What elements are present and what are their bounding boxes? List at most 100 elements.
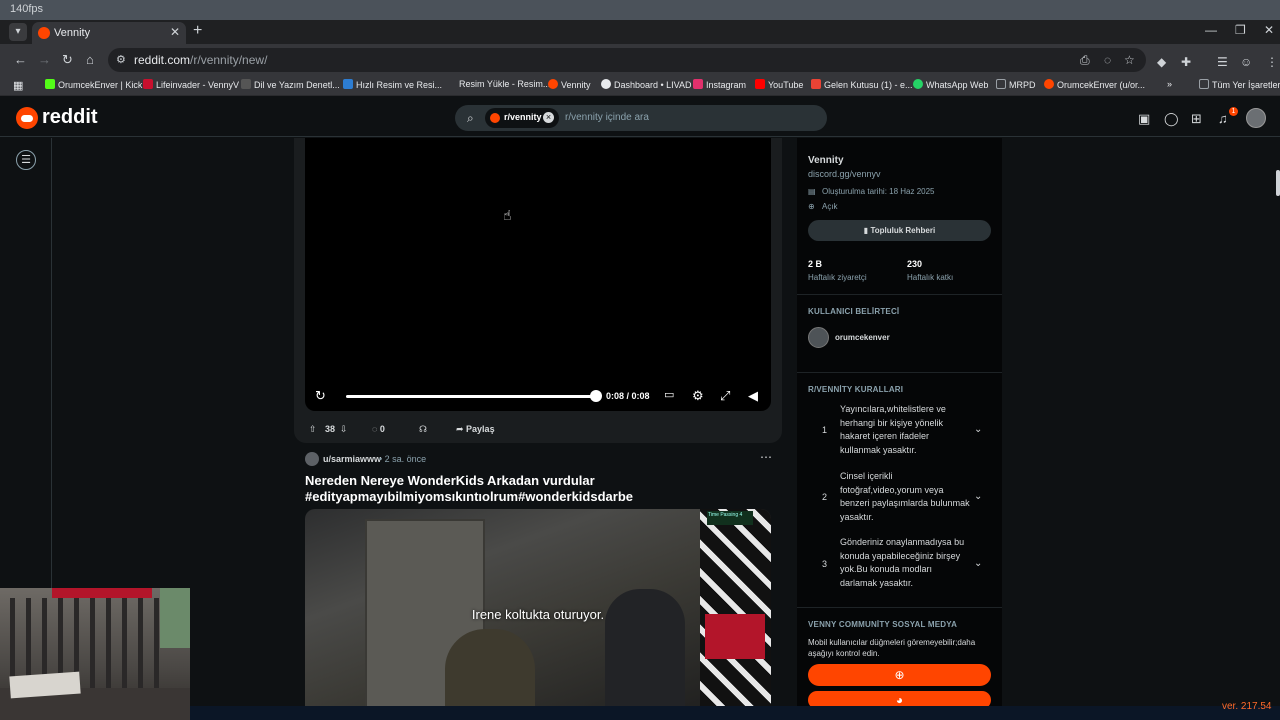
site-info-icon[interactable]: ⚙ [116,53,126,66]
advertise-icon[interactable]: ▣ [1138,111,1150,127]
profile-avatar-icon[interactable]: ☺ [1240,55,1252,69]
comments-button[interactable]: ◌ 0 [372,420,385,438]
book-icon: ▮ [863,226,869,235]
subreddit-chip[interactable]: r/vennity × [485,108,559,128]
extension-diamond-icon[interactable]: ◆ [1157,55,1166,69]
menu-toggle-icon[interactable]: ☰ [16,150,36,170]
chevron-down-icon[interactable]: ⌄ [974,424,982,435]
home-icon[interactable]: ⌂ [86,52,94,67]
replay-icon[interactable]: ↻ [315,388,326,404]
scene-figure [445,629,535,709]
tab-close-icon[interactable]: ✕ [170,25,180,39]
rule-text[interactable]: Gönderiniz onaylanmadıysa bu konuda yapa… [840,536,970,590]
bookmark-item[interactable]: Instagram [693,79,746,90]
volume-icon[interactable]: ◀ [748,388,758,404]
bookmark-item[interactable]: OrumcekEnver | Kick [45,79,142,90]
search-input[interactable]: ⌕ r/vennity × r/vennity içinde ara [455,105,827,131]
community-description: discord.gg/vennyv [808,169,881,179]
community-guide-button[interactable]: ▮ Topluluk Rehberi [808,220,991,241]
webcam-overlay [0,588,190,720]
extensions-puzzle-icon[interactable]: ✚ [1181,55,1191,69]
user-avatar[interactable] [1246,108,1266,128]
game-hud: Time Passing 4 [707,511,753,525]
globe-icon: ⊕ [894,668,905,682]
page-scrollbar[interactable] [1274,138,1280,720]
rule-text[interactable]: Yayıncılara,whitelistlere ve herhangi bi… [840,403,970,457]
rules-heading: R/VENNİTY KURALLARI [808,385,904,394]
notification-badge: 1 [1229,107,1238,116]
address-bar[interactable]: ⚙ reddit.com/r/vennity/new/ ⎙ ◌ ☆ [108,48,1146,72]
bookmark-item[interactable]: Hızlı Resim ve Resi... [343,79,442,90]
browser-toolbar: ← → ↻ ⌂ ⚙ reddit.com/r/vennity/new/ ⎙ ◌ … [0,44,1280,76]
visibility: ⊕ Açık [808,202,838,211]
taskbar-edge [190,706,1280,720]
weekly-contributions-label: Haftalık katkı [907,273,954,282]
tab-search-button[interactable]: ▾ [9,23,27,41]
video-progress-bar[interactable] [346,395,596,398]
author-avatar[interactable] [305,452,319,466]
share-button[interactable]: ➦ Paylaş [456,420,495,438]
flair-avatar[interactable] [808,327,829,348]
calendar-icon: ▤ [808,187,816,196]
bookmark-item[interactable]: Lifeinvader - VennyV [143,79,239,90]
eye-off-icon[interactable]: ◌ [1104,53,1111,67]
chevron-down-icon[interactable]: ⌄ [974,491,982,502]
bookmark-item[interactable]: YouTube [755,79,803,90]
post-title[interactable]: Nereden Nereye WonderKids Arkadan vurdul… [305,473,775,505]
bookmark-star-icon[interactable]: ☆ [1124,53,1135,67]
search-icon: ⌕ [467,111,474,125]
bookmark-item[interactable]: Gelen Kutusu (1) - e... [811,79,913,90]
bookmark-item[interactable]: WhatsApp Web [913,79,988,90]
remove-chip-icon[interactable]: × [543,112,554,123]
sidebar-divider [797,372,1002,373]
minimize-window-icon[interactable]: — [1205,23,1217,37]
sidebar-divider [797,607,1002,608]
install-app-icon[interactable]: ⎙ [1080,53,1090,68]
browser-tab-vennity[interactable]: Vennity ✕ [32,22,186,44]
tab-title: Vennity [54,27,91,39]
new-tab-button[interactable]: + [193,22,202,40]
chevron-down-icon[interactable]: ⌄ [974,558,982,569]
fullscreen-icon[interactable]: ⤢ [720,388,730,404]
bookmark-folder[interactable]: MRPD [996,79,1036,90]
bookmark-item[interactable]: Resim Yükle - Resim... [459,79,550,89]
back-icon[interactable]: ← [14,52,27,67]
settings-gear-icon[interactable]: ⚙ [692,388,704,404]
award-icon[interactable]: ☊ [419,420,427,438]
apps-grid-icon[interactable]: ▦ [13,79,23,92]
downvote-icon[interactable]: ⇩ [340,420,348,438]
reddit-logo[interactable]: reddit [16,106,98,129]
video-player[interactable] [305,138,771,411]
flair-username[interactable]: orumcekenver [835,333,890,342]
url-text[interactable]: reddit.com/r/vennity/new/ [134,53,267,67]
upvote-icon[interactable]: ⇧ [309,420,317,438]
video-progress-handle[interactable] [590,390,602,402]
restore-window-icon[interactable]: ❐ [1235,23,1246,37]
rule-text[interactable]: Cinsel içerikli fotoğraf,video,yorum vey… [840,470,970,524]
mouse-cursor-icon: ☝ [503,207,512,223]
post-author[interactable]: u/sarmiawww [323,454,381,464]
reddit-header: reddit ⌕ r/vennity × r/vennity içinde ar… [0,97,1280,137]
post-options-icon[interactable]: ⋯ [760,450,772,464]
scrollbar-thumb[interactable] [1276,170,1280,196]
reload-icon[interactable]: ↻ [62,52,73,68]
fps-counter: 140fps [10,3,44,15]
bookmark-item[interactable]: OrumcekEnver (u/or... [1044,79,1145,90]
media-control-icon[interactable]: ☰ [1217,55,1228,69]
all-bookmarks-folder[interactable]: Tüm Yer İşaretleri [1199,79,1280,90]
forward-icon[interactable]: → [38,52,51,67]
desktop-strip: 140fps [0,0,1280,20]
notification-bell-icon[interactable]: ♫ [1218,111,1228,126]
create-post-icon[interactable]: ⊞ [1191,111,1202,127]
browser-menu-icon[interactable]: ⋮ [1266,55,1278,69]
bookmark-item[interactable]: Vennity [548,79,591,90]
weekly-visitors-label: Haftalık ziyaretçi [808,273,867,282]
captions-icon[interactable]: ▭ [664,388,674,401]
bookmark-item[interactable]: Dashboard • LIVAD [601,79,692,90]
bookmark-item[interactable]: Dil ve Yazım Denetl... [241,79,340,90]
more-bookmarks-icon[interactable]: » [1167,79,1172,89]
website-link-button[interactable]: ⊕ [808,664,991,686]
close-window-icon[interactable]: ✕ [1264,23,1274,37]
post-video[interactable]: Time Passing 4 Irene koltukta oturuyor. [305,509,771,709]
chat-icon[interactable]: ◯ [1164,111,1179,127]
